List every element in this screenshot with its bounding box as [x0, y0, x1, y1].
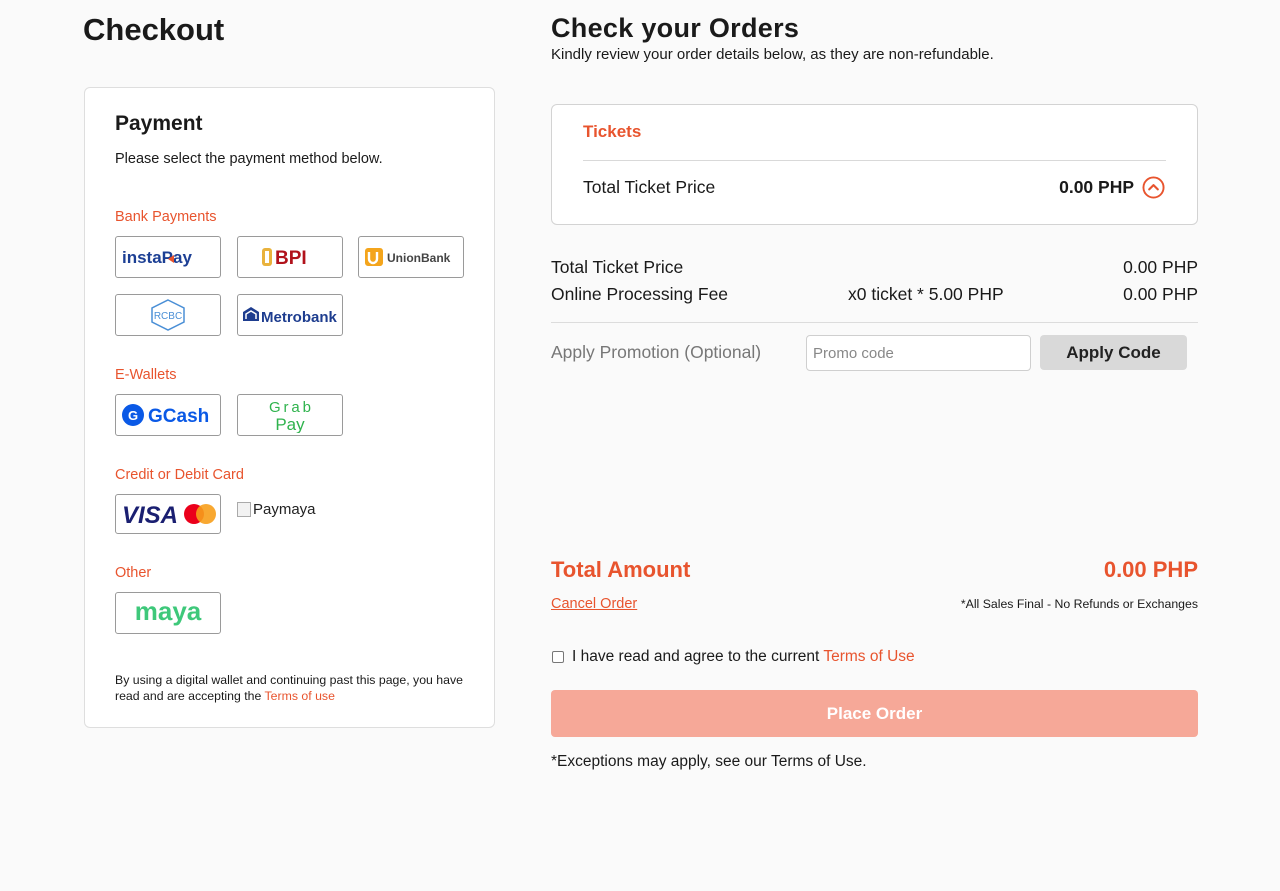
- summary-ticket-price-label: Total Ticket Price: [551, 257, 684, 277]
- bpi-option[interactable]: BPI: [237, 236, 343, 278]
- bpi-logo: BPI: [262, 248, 307, 269]
- grabpay-option[interactable]: Grab Pay: [237, 394, 343, 436]
- rcbc-option[interactable]: RCBC: [115, 294, 221, 336]
- payment-title: Payment: [115, 112, 203, 135]
- rcbc-logo: RCBC: [151, 299, 185, 331]
- cancel-order-link[interactable]: Cancel Order: [551, 596, 637, 612]
- terms-agree-label: I have read and agree to the current Ter…: [572, 648, 915, 666]
- grabpay-logo: Grab Pay: [269, 399, 311, 433]
- page-title: Checkout: [83, 12, 225, 47]
- visa-logo-text: VISA: [122, 502, 178, 527]
- tickets-divider: [583, 160, 1166, 161]
- total-amount-label: Total Amount: [551, 557, 691, 582]
- terms-of-use-link[interactable]: Terms of use: [265, 689, 335, 703]
- maya-option[interactable]: maya: [115, 592, 221, 634]
- gcash-logo: G GCash: [122, 404, 209, 427]
- section-ewallets: E-Wallets: [115, 367, 177, 383]
- tickets-total-value: 0.00 PHP: [1059, 177, 1134, 197]
- promo-label: Apply Promotion (Optional): [551, 342, 762, 362]
- summary-fee-detail: x0 ticket * 5.00 PHP: [848, 284, 1004, 304]
- instapay-option[interactable]: instaPay: [115, 236, 221, 278]
- apply-code-button[interactable]: Apply Code: [1040, 335, 1187, 370]
- terms-agree-text: I have read and agree to the current: [572, 648, 820, 665]
- maya-logo-text: maya: [135, 598, 202, 626]
- summary-fee-value: 0.00 PHP: [1123, 284, 1198, 304]
- broken-image-icon: [237, 502, 251, 517]
- sales-final-note: *All Sales Final - No Refunds or Exchang…: [960, 597, 1198, 611]
- tickets-card: [551, 104, 1198, 225]
- summary-ticket-price-value: 0.00 PHP: [1123, 257, 1198, 277]
- unionbank-option[interactable]: UnionBank: [358, 236, 464, 278]
- maya-logo: maya: [135, 598, 202, 626]
- unionbank-logo: UnionBank: [365, 248, 451, 266]
- section-card: Credit or Debit Card: [115, 467, 244, 483]
- payment-subtitle: Please select the payment method below.: [115, 151, 383, 167]
- orders-subtitle: Kindly review your order details below, …: [551, 46, 994, 63]
- exceptions-note: *Exceptions may apply, see our Terms of …: [551, 753, 867, 770]
- wallet-disclaimer: By using a digital wallet and continuing…: [115, 672, 465, 704]
- place-order-button[interactable]: Place Order: [551, 690, 1198, 737]
- instapay-logo-text: instaPay: [122, 248, 192, 267]
- chevron-up-circle-icon[interactable]: [1142, 176, 1165, 199]
- summary-divider: [551, 322, 1198, 323]
- metrobank-logo-text: Metrobank: [261, 309, 338, 326]
- svg-text:Grab: Grab: [269, 399, 311, 416]
- promo-code-input[interactable]: [806, 335, 1031, 371]
- orders-title: Check your Orders: [551, 13, 800, 43]
- visa-mastercard-logo: VISA: [122, 502, 216, 527]
- summary-fee-label: Online Processing Fee: [551, 284, 729, 304]
- unionbank-logo-text: UnionBank: [387, 251, 451, 265]
- metrobank-option[interactable]: Metrobank: [237, 294, 343, 336]
- rcbc-logo-text: RCBC: [154, 311, 182, 322]
- terms-of-use-link-2[interactable]: Terms of Use: [823, 648, 914, 665]
- gcash-option[interactable]: G GCash: [115, 394, 221, 436]
- metrobank-logo: Metrobank: [243, 307, 338, 326]
- visa-mastercard-option[interactable]: VISA: [115, 494, 221, 534]
- terms-agree-checkbox[interactable]: [552, 651, 564, 663]
- gcash-logo-text: GCash: [148, 406, 209, 427]
- total-amount-value: 0.00 PHP: [1103, 557, 1198, 582]
- bpi-logo-text: BPI: [275, 248, 307, 269]
- section-other: Other: [115, 565, 152, 581]
- svg-text:Pay: Pay: [275, 415, 305, 433]
- tickets-total-label: Total Ticket Price: [583, 177, 716, 197]
- instapay-logo: instaPay: [122, 248, 192, 267]
- tickets-label: Tickets: [583, 122, 642, 141]
- paymaya-option[interactable]: Paymaya: [237, 501, 316, 518]
- section-bank-payments: Bank Payments: [115, 209, 217, 225]
- svg-text:G: G: [128, 408, 138, 423]
- paymaya-alt-text: Paymaya: [253, 501, 316, 518]
